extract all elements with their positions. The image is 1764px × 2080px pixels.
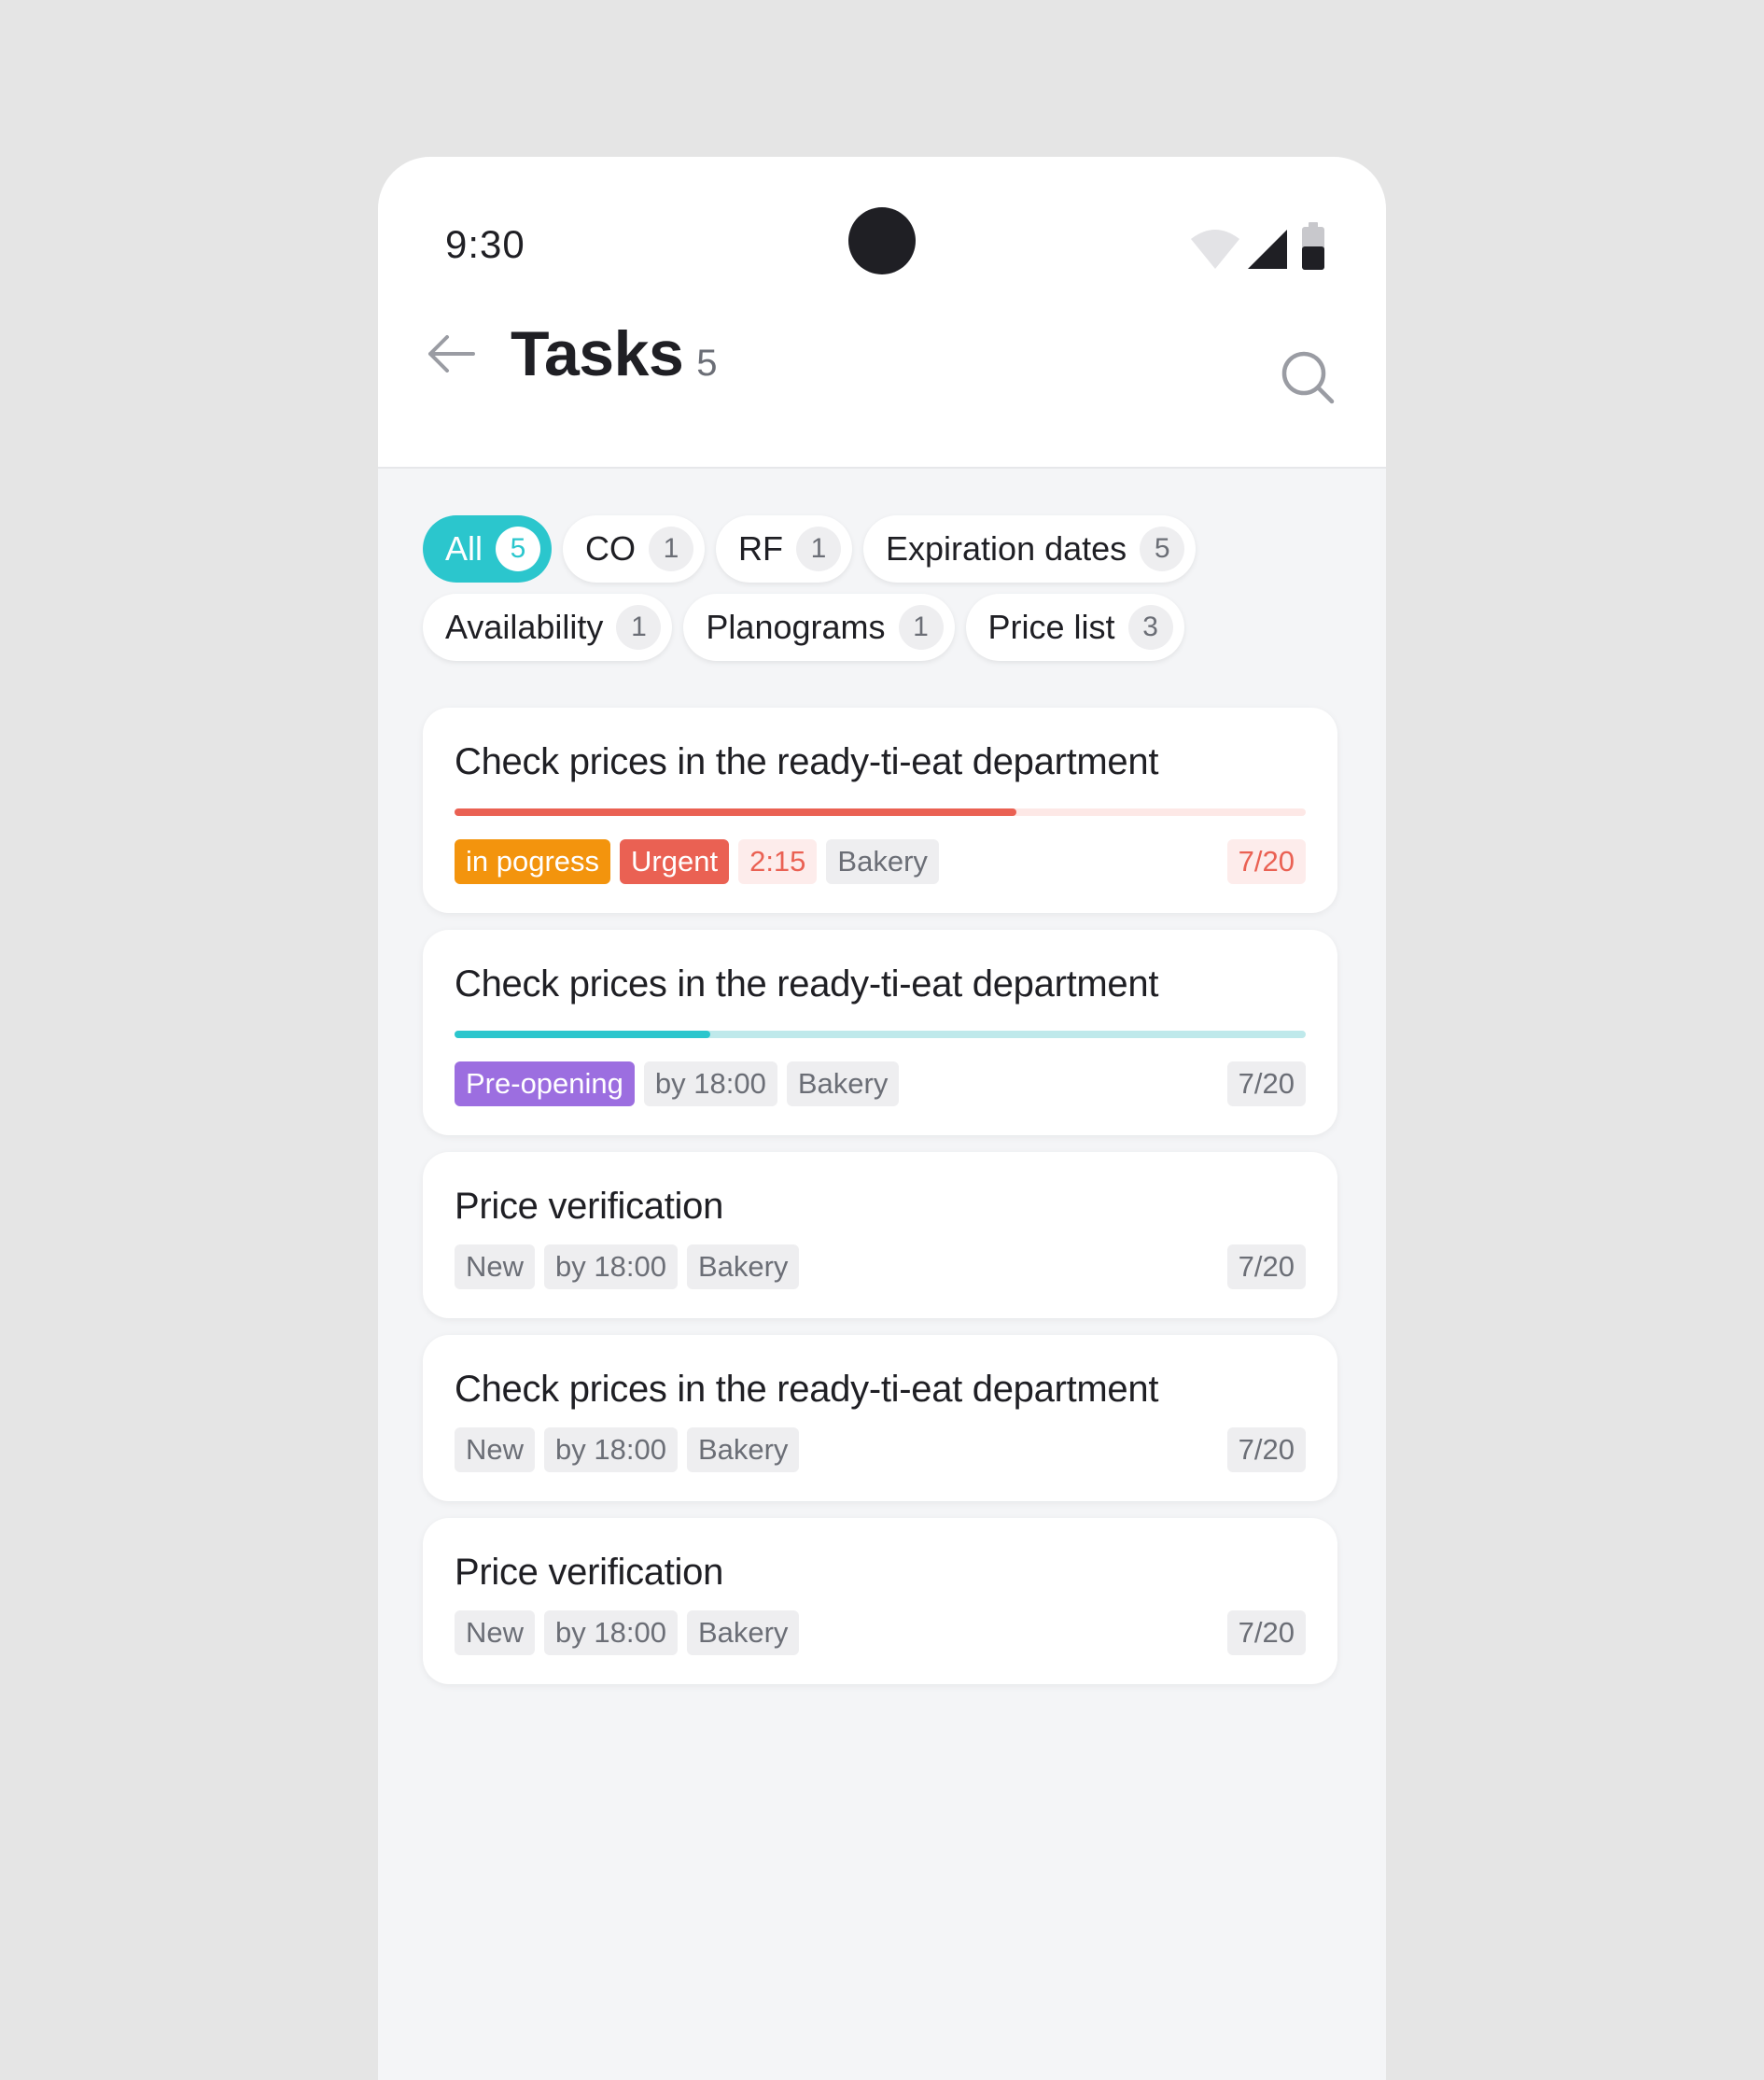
task-tag: by 18:00	[544, 1610, 678, 1655]
progress-fill	[455, 808, 1016, 816]
filter-label: CO	[585, 529, 637, 568]
task-card[interactable]: Price verification New by 18:00 Bakery 7/20	[423, 1518, 1337, 1684]
filter-label: Planograms	[706, 608, 886, 646]
task-list: Check prices in the ready-ti-eat departm…	[423, 708, 1337, 1701]
task-tag: Bakery	[826, 839, 939, 884]
camera-cutout	[848, 207, 916, 274]
task-card[interactable]: Check prices in the ready-ti-eat departm…	[423, 708, 1337, 913]
filter-count: 1	[649, 527, 694, 571]
search-button[interactable]	[1280, 351, 1336, 407]
back-button[interactable]	[423, 328, 479, 384]
filter-row: All 5 CO 1 RF 1 Expiration dates 5	[423, 515, 1263, 583]
filter-chip-planograms[interactable]: Planograms 1	[683, 594, 955, 661]
task-tag: Bakery	[686, 1610, 800, 1655]
top-bar: 9:30 Tasks 5	[378, 157, 1386, 469]
task-title: Price verification	[455, 1186, 724, 1227]
task-tag: Pre-opening	[455, 1061, 635, 1106]
progress-bar	[455, 1031, 1306, 1038]
task-title: Check prices in the ready-ti-eat departm…	[455, 1369, 1159, 1410]
task-tag: Urgent	[620, 839, 730, 884]
filter-chip-availability[interactable]: Availability 1	[423, 594, 673, 661]
filter-label: Expiration dates	[886, 529, 1127, 568]
filter-chips: All 5 CO 1 RF 1 Expiration dates 5 Avail…	[423, 515, 1263, 672]
task-meta: New by 18:00 Bakery 7/20	[455, 1244, 1306, 1290]
task-meta: in pogress Urgent 2:15 Bakery 7/20	[455, 838, 1306, 885]
task-title: Check prices in the ready-ti-eat departm…	[455, 741, 1159, 782]
filter-count: 1	[616, 605, 662, 650]
task-tag: Bakery	[686, 1427, 800, 1472]
task-tag: New	[455, 1244, 536, 1289]
signal-icon	[1246, 228, 1289, 271]
task-progress-counter: 7/20	[1226, 1244, 1306, 1289]
status-bar: 9:30	[378, 157, 1386, 278]
task-tag: New	[455, 1610, 536, 1655]
progress-fill	[455, 1031, 710, 1038]
phone-screen: 9:30 Tasks 5 All 5 CO 1 RF 1 Expiration …	[378, 157, 1386, 2080]
task-tag: in pogress	[455, 839, 611, 884]
filter-count: 5	[496, 527, 541, 571]
page-title-group: Tasks 5	[511, 317, 718, 390]
back-arrow-icon	[427, 334, 475, 377]
task-meta: Pre-opening by 18:00 Bakery 7/20	[455, 1061, 1306, 1107]
filter-label: All	[445, 529, 483, 568]
filter-count: 5	[1140, 527, 1185, 571]
filter-count: 1	[898, 605, 944, 650]
task-tag: Bakery	[686, 1244, 800, 1289]
status-time: 9:30	[445, 222, 525, 266]
task-tag: Bakery	[786, 1061, 900, 1106]
task-card[interactable]: Check prices in the ready-ti-eat departm…	[423, 930, 1337, 1135]
task-tag: by 18:00	[544, 1244, 678, 1289]
status-icons	[1190, 222, 1330, 274]
filter-count: 1	[796, 527, 842, 571]
task-tag: by 18:00	[643, 1061, 777, 1106]
search-icon	[1280, 349, 1336, 410]
filter-count: 3	[1127, 605, 1173, 650]
filter-row: Availability 1 Planograms 1 Price list 3	[423, 594, 1263, 661]
filter-label: Price list	[987, 608, 1115, 646]
task-tag: New	[455, 1427, 536, 1472]
task-title: Check prices in the ready-ti-eat departm…	[455, 963, 1159, 1005]
wifi-icon	[1190, 228, 1240, 271]
task-meta: New by 18:00 Bakery 7/20	[455, 1426, 1306, 1473]
task-progress-counter: 7/20	[1226, 839, 1306, 884]
page-title: Tasks	[511, 318, 684, 389]
filter-chip-rf[interactable]: RF 1	[716, 515, 853, 583]
task-count: 5	[696, 343, 718, 384]
progress-bar	[455, 808, 1306, 816]
filter-chip-all[interactable]: All 5	[423, 515, 553, 583]
filter-chip-expiration-dates[interactable]: Expiration dates 5	[863, 515, 1197, 583]
filter-chip-price-list[interactable]: Price list 3	[965, 594, 1184, 661]
filter-label: RF	[738, 529, 784, 568]
filter-label: Availability	[445, 608, 604, 646]
task-progress-counter: 7/20	[1226, 1427, 1306, 1472]
task-card[interactable]: Check prices in the ready-ti-eat departm…	[423, 1335, 1337, 1501]
task-title: Price verification	[455, 1552, 724, 1593]
task-meta: New by 18:00 Bakery 7/20	[455, 1609, 1306, 1656]
task-progress-counter: 7/20	[1226, 1061, 1306, 1106]
task-tag: 2:15	[738, 839, 818, 884]
filter-chip-co[interactable]: CO 1	[563, 515, 706, 583]
task-tag: by 18:00	[544, 1427, 678, 1472]
task-card[interactable]: Price verification New by 18:00 Bakery 7/20	[423, 1152, 1337, 1318]
battery-icon	[1300, 222, 1326, 271]
task-progress-counter: 7/20	[1226, 1610, 1306, 1655]
